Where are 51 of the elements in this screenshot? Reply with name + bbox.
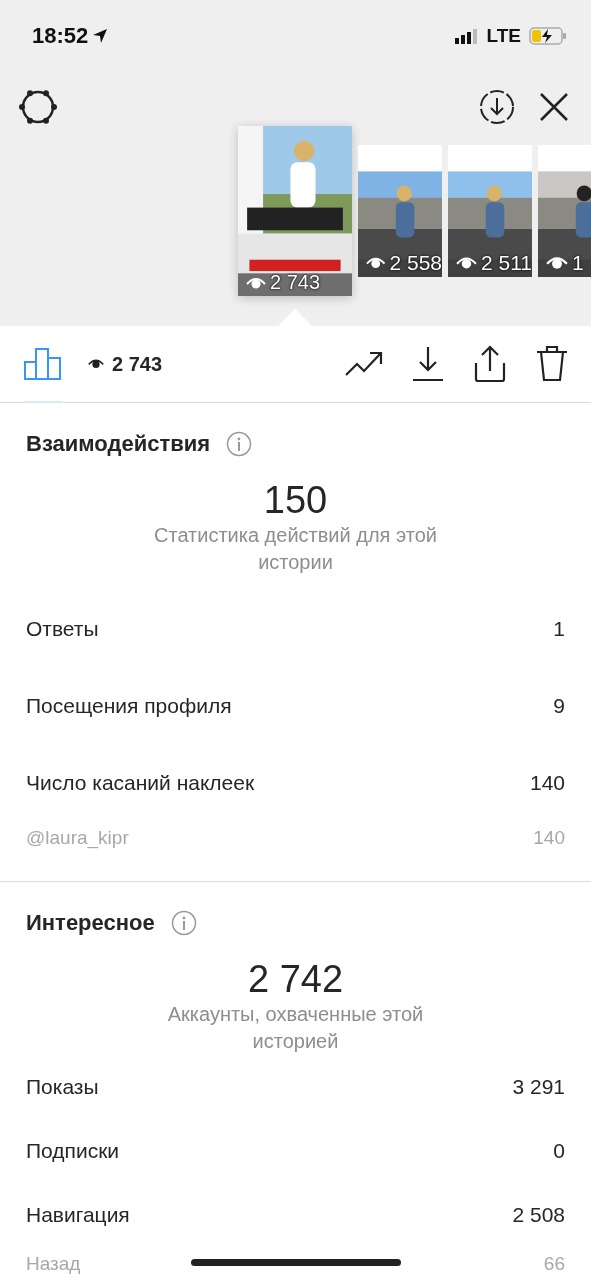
sub-metric-label: Назад xyxy=(26,1253,81,1275)
eye-icon xyxy=(456,255,477,271)
view-count: 1 xyxy=(546,251,591,275)
metric-label: Ответы xyxy=(26,616,99,641)
view-count: 2 558 xyxy=(366,251,442,275)
bar-chart-icon[interactable] xyxy=(24,348,62,380)
metric-label: Подписки xyxy=(26,1139,120,1163)
battery-charging-icon xyxy=(529,27,567,45)
location-arrow-icon xyxy=(92,28,109,44)
sub-metric-value: 66 xyxy=(543,1253,565,1275)
metric-value: 1 xyxy=(553,616,565,641)
view-count: 2 743 xyxy=(246,271,352,294)
eye-icon xyxy=(88,358,104,370)
metric-value: 3 291 xyxy=(512,1075,565,1099)
metric-label: Навигация xyxy=(26,1203,130,1227)
metric-value: 2 508 xyxy=(512,1203,565,1227)
info-icon[interactable] xyxy=(170,910,197,936)
total-caption: Статистика действий для этой истории xyxy=(153,523,438,575)
metric-value: 9 xyxy=(553,693,565,718)
total-value: 2 742 xyxy=(246,958,345,1001)
section-title: Интересное xyxy=(26,910,155,936)
metric-value: 140 xyxy=(529,770,565,795)
eye-icon xyxy=(546,255,568,271)
story-thumbnail[interactable]: 2 743 xyxy=(238,126,352,296)
sub-metric-value: 140 xyxy=(533,827,565,849)
sub-metric-label: @laura_kipr xyxy=(26,827,129,849)
eye-icon xyxy=(366,255,386,271)
share-icon[interactable] xyxy=(473,345,507,383)
trash-icon[interactable] xyxy=(535,345,569,383)
metric-value: 0 xyxy=(553,1139,565,1163)
network-type: LTE xyxy=(486,25,521,47)
eye-icon xyxy=(246,275,266,290)
settings-icon[interactable] xyxy=(18,87,58,127)
total-value: 150 xyxy=(262,479,329,522)
metric-label: Показы xyxy=(26,1075,99,1099)
download-icon[interactable] xyxy=(411,346,445,382)
section-title: Взаимодействия xyxy=(26,431,211,457)
trending-up-icon[interactable] xyxy=(345,351,383,377)
info-icon[interactable] xyxy=(226,431,253,457)
metric-label: Число касаний наклеек xyxy=(26,770,255,795)
clock-time: 18:52 xyxy=(32,23,89,49)
download-circle-icon[interactable] xyxy=(479,89,515,125)
story-thumbnail[interactable]: 1 xyxy=(538,145,591,277)
total-caption: Аккаунты, охваченные этой историей xyxy=(166,1002,425,1054)
view-count: 2 511 xyxy=(456,251,532,275)
close-icon[interactable] xyxy=(539,92,569,122)
view-count: 2 743 xyxy=(112,352,163,376)
signal-icon xyxy=(454,28,479,44)
metric-label: Посещения профиля xyxy=(26,693,232,718)
story-thumbnail[interactable]: 2 558 xyxy=(358,145,442,277)
story-thumbnail[interactable]: 2 511 xyxy=(448,145,532,277)
